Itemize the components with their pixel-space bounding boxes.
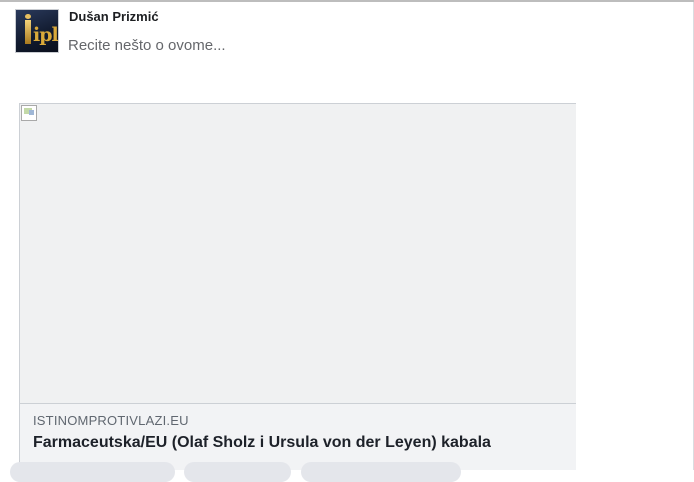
link-preview-title[interactable]: Farmaceutska/EU (Olaf Sholz i Ursula von… bbox=[33, 434, 573, 452]
link-preview-domain: ISTINOMPROTIVLAZI.EU bbox=[33, 413, 189, 428]
top-divider bbox=[0, 0, 694, 2]
broken-image-icon bbox=[21, 105, 37, 121]
link-preview-card[interactable]: ISTINOMPROTIVLAZI.EU Farmaceutska/EU (Ol… bbox=[19, 103, 576, 470]
link-preview-image[interactable] bbox=[20, 104, 576, 404]
avatar-logo-text: ipl bbox=[33, 24, 58, 46]
action-button-3[interactable] bbox=[301, 462, 461, 482]
avatar-logo-dot bbox=[25, 14, 31, 19]
composer-input[interactable] bbox=[68, 34, 668, 56]
action-button-2[interactable] bbox=[184, 462, 291, 482]
author-name[interactable]: Dušan Prizmić bbox=[69, 9, 159, 24]
avatar-logo-bar bbox=[25, 20, 31, 44]
avatar[interactable]: ipl bbox=[15, 9, 59, 53]
action-button-1[interactable] bbox=[10, 462, 175, 482]
